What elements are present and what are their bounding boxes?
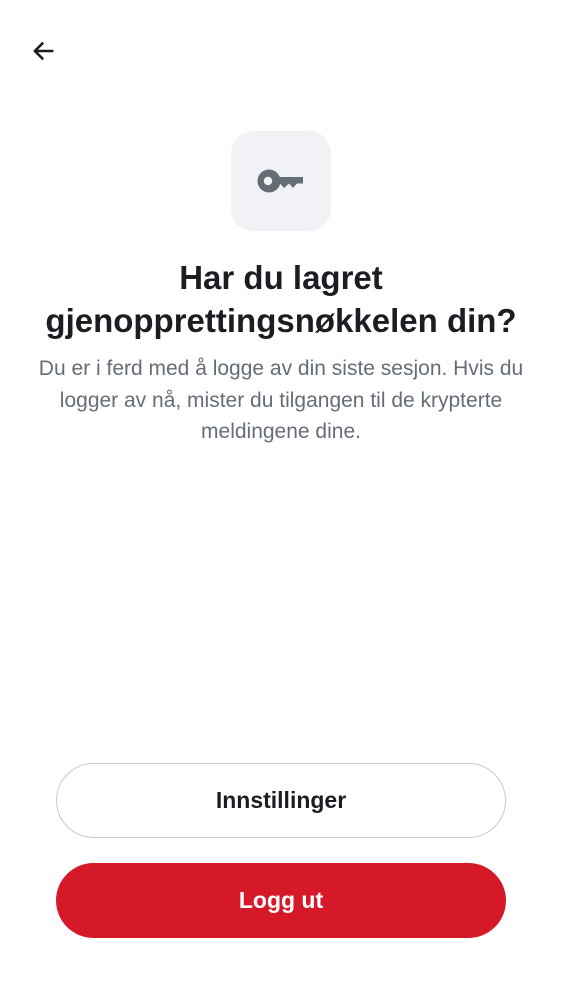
arrow-left-icon bbox=[33, 42, 54, 60]
logout-button[interactable]: Logg ut bbox=[56, 863, 506, 938]
back-button[interactable] bbox=[22, 30, 64, 72]
page-title: Har du lagret gjenopprettingsnøkkelen di… bbox=[45, 259, 517, 339]
settings-button[interactable]: Innstillinger bbox=[56, 763, 506, 838]
key-icon bbox=[257, 169, 303, 193]
page-description: Du er i ferd med å logge av din siste se… bbox=[38, 357, 524, 443]
key-icon-tile bbox=[231, 131, 331, 231]
